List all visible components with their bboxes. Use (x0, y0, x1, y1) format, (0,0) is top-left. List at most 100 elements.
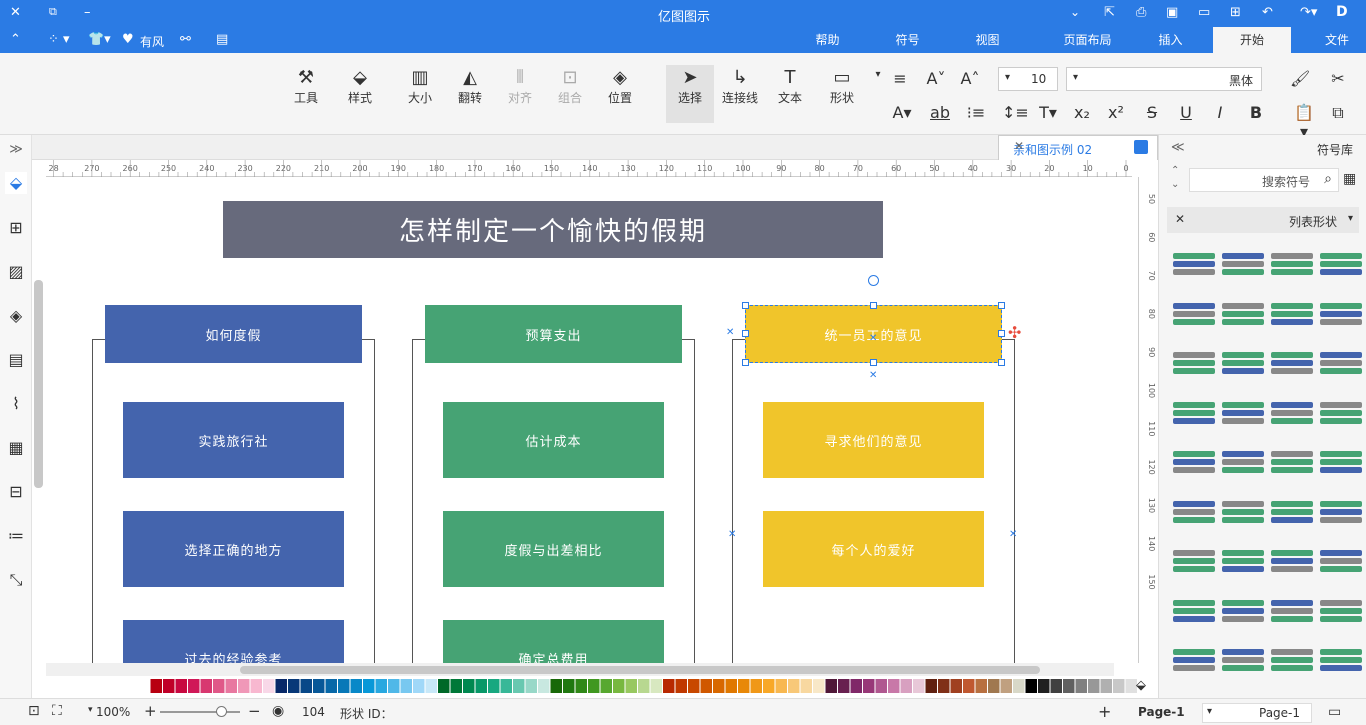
color-swatch[interactable] (188, 679, 200, 693)
color-swatch[interactable] (288, 679, 300, 693)
color-swatch[interactable] (650, 679, 663, 693)
text-direction-icon[interactable]: T▾ (1038, 103, 1058, 122)
bullet-list-icon[interactable]: ⁝≡ (966, 103, 986, 122)
fill-color-icon[interactable]: ⬙ (1136, 678, 1146, 693)
color-swatch[interactable] (950, 679, 963, 693)
symbol-thumbnail[interactable] (1320, 401, 1362, 428)
bold-icon[interactable]: B (1246, 103, 1266, 122)
symbol-thumbnail[interactable] (1222, 352, 1264, 378)
color-swatch[interactable] (688, 679, 700, 693)
color-swatch[interactable] (1100, 679, 1113, 693)
subscript-icon[interactable]: x₂ (1072, 103, 1092, 122)
symbol-thumbnail[interactable] (1271, 253, 1313, 279)
color-swatch[interactable] (775, 679, 788, 693)
image-icon[interactable]: ▨ (5, 261, 27, 283)
symbol-thumbnail[interactable] (1173, 550, 1215, 576)
fill-icon[interactable]: ⬙ (5, 172, 27, 194)
color-swatch[interactable] (150, 679, 163, 693)
color-swatch[interactable] (900, 679, 913, 693)
color-swatch[interactable] (475, 679, 488, 693)
symbol-thumbnail[interactable] (1173, 401, 1215, 428)
color-swatch[interactable] (163, 679, 175, 693)
color-swatch[interactable] (1000, 679, 1013, 693)
symbol-thumbnail[interactable] (1222, 302, 1264, 329)
chevron-down-icon[interactable]: ▾ (88, 705, 93, 715)
symbol-thumbnail[interactable] (1320, 451, 1362, 477)
color-swatch[interactable] (275, 679, 288, 693)
fullscreen-icon[interactable]: ⛶ (52, 703, 62, 719)
color-swatch[interactable] (213, 679, 225, 693)
symbol-thumbnail[interactable] (1320, 500, 1362, 527)
horizontal-scroll-thumb[interactable] (240, 666, 1040, 674)
zoom-slider-thumb[interactable] (216, 706, 227, 717)
color-swatch[interactable] (175, 679, 188, 693)
zoom-slider[interactable] (160, 711, 240, 713)
zoom-out-icon[interactable]: − (248, 702, 261, 720)
color-swatch[interactable] (1113, 679, 1125, 693)
color-swatch[interactable] (425, 679, 438, 693)
symbol-thumbnail[interactable] (1320, 550, 1362, 576)
symbol-thumbnail[interactable] (1173, 649, 1215, 675)
column-frame[interactable] (732, 339, 1015, 663)
symbol-search-input[interactable]: 搜索符号 ⌕ (1189, 168, 1339, 192)
color-swatch[interactable] (500, 679, 513, 693)
color-swatch[interactable] (675, 679, 688, 693)
strikethrough-icon[interactable]: S (1142, 103, 1162, 122)
card[interactable]: 过去的经验参考 (123, 620, 344, 663)
symbol-thumbnail[interactable] (1320, 253, 1362, 279)
color-swatch[interactable] (988, 679, 1000, 693)
text-highlight-icon[interactable]: ab (930, 103, 950, 122)
connection-point-icon[interactable]: ✕ (869, 370, 877, 381)
tab-home[interactable]: 开始 (1213, 27, 1291, 53)
color-swatch[interactable] (1075, 679, 1088, 693)
share-icon[interactable]: ⚯ (180, 32, 191, 47)
color-swatch[interactable] (438, 679, 450, 693)
color-swatch[interactable] (238, 679, 250, 693)
color-swatch[interactable] (325, 679, 338, 693)
color-swatch[interactable] (600, 679, 613, 693)
table-icon[interactable]: ▦ (5, 437, 27, 459)
tab-view[interactable]: 视图 (960, 27, 1015, 53)
page-tab[interactable]: Page-1 (1138, 705, 1185, 719)
minimize-icon[interactable]: – (84, 5, 91, 20)
symbol-thumbnail[interactable] (1271, 302, 1313, 329)
color-swatch[interactable] (725, 679, 738, 693)
card[interactable]: 实践旅行社 (123, 402, 344, 478)
symbol-thumbnail[interactable] (1173, 599, 1215, 626)
color-swatch[interactable] (538, 679, 550, 693)
rotate-handle[interactable] (868, 275, 879, 286)
color-swatch[interactable] (225, 679, 238, 693)
resize-handle[interactable] (998, 302, 1005, 309)
font-size-select[interactable]: 10 ▾ (998, 67, 1058, 91)
chevron-down-icon[interactable]: ▾ (868, 69, 888, 80)
color-swatch[interactable] (863, 679, 875, 693)
vertical-scroll-area[interactable] (1114, 177, 1138, 663)
color-swatch[interactable] (738, 679, 750, 693)
add-page-icon[interactable]: + (1098, 702, 1111, 721)
color-swatch[interactable] (800, 679, 813, 693)
color-swatch[interactable] (450, 679, 463, 693)
symbol-thumbnail[interactable] (1271, 649, 1313, 675)
search-icon[interactable]: ⌕ (1324, 171, 1332, 187)
color-swatch[interactable] (813, 679, 825, 693)
open-icon[interactable]: ▭ (1198, 5, 1210, 20)
resize-handle[interactable] (742, 359, 749, 366)
color-swatch[interactable] (925, 679, 938, 693)
maximize-icon[interactable]: ⧉ (49, 5, 57, 19)
grid-icon[interactable]: ⊞ (5, 217, 27, 239)
fit-page-icon[interactable]: ⊡ (28, 703, 40, 719)
cut-icon[interactable]: ✂ (1328, 69, 1348, 88)
card[interactable]: 估计成本 (443, 402, 664, 478)
tab-file[interactable]: 文件 (1308, 27, 1366, 53)
align-button[interactable]: ⫴ 对齐 (500, 67, 540, 106)
print-icon[interactable]: ⎙ (1136, 5, 1146, 20)
shrink-font-icon[interactable]: A˅ (926, 69, 946, 88)
color-swatch[interactable] (888, 679, 900, 693)
play-icon[interactable]: ◉ (272, 703, 284, 719)
line-spacing-icon[interactable]: ↕≡ (1002, 103, 1029, 122)
shirt-icon[interactable]: 👕▾ (88, 32, 111, 47)
symbol-thumbnail[interactable] (1271, 401, 1313, 428)
card[interactable]: 选择正确的地方 (123, 511, 344, 587)
section-header[interactable]: ✕ 列表形状 ▾ (1167, 207, 1359, 233)
resize-handle[interactable] (998, 359, 1005, 366)
